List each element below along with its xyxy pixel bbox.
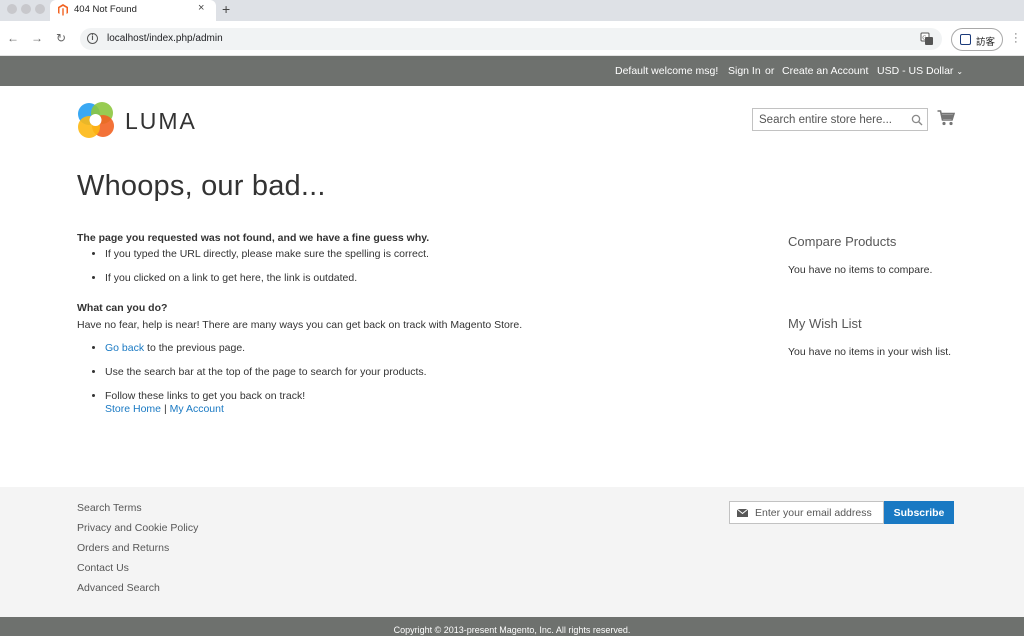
window-zoom-dot[interactable] [35, 4, 45, 14]
create-account-link[interactable]: Create an Account [782, 65, 868, 77]
or-text: or [765, 65, 775, 77]
store-top-bar: Default welcome msg! Sign In or Create a… [0, 56, 1024, 86]
url-text[interactable]: localhost/index.php/admin [107, 33, 223, 44]
compare-products-title: Compare Products [788, 234, 897, 249]
site-info-icon[interactable]: i [87, 33, 98, 44]
what-can-you-do-heading: What can you do? [77, 302, 168, 314]
address-bar[interactable]: i localhost/index.php/admin G [80, 28, 942, 50]
translate-icon[interactable]: G [920, 32, 934, 46]
action-item: Follow these links to get you back on tr… [105, 390, 697, 416]
compare-products-text: You have no items to compare. [788, 264, 933, 276]
window-minimize-dot[interactable] [21, 4, 31, 14]
new-tab-button[interactable]: + [222, 1, 230, 17]
shopping-cart-icon[interactable] [937, 110, 955, 126]
footer-link-orders-returns[interactable]: Orders and Returns [77, 542, 198, 562]
reload-icon[interactable]: ↻ [56, 31, 66, 45]
logo-text[interactable]: LUMA [125, 108, 197, 135]
sign-in-link[interactable]: Sign In [728, 65, 761, 77]
welcome-message: Default welcome msg! [615, 65, 719, 77]
browser-tab[interactable]: 404 Not Found × [50, 0, 216, 21]
actions-list: Go back to the previous page. Use the se… [105, 342, 697, 416]
footer-link-contact-us[interactable]: Contact Us [77, 562, 198, 582]
browser-tab-bar: 404 Not Found × + [0, 0, 1024, 21]
action-item: Go back to the previous page. [105, 342, 697, 355]
mail-icon [737, 509, 748, 517]
magento-favicon-icon [58, 4, 68, 16]
follow-links-text: Follow these links to get you back on tr… [105, 390, 306, 402]
sidebar: Compare Products You have no items to co… [788, 234, 988, 398]
help-text: Have no fear, help is near! There are ma… [77, 319, 523, 331]
reason-item: If you typed the URL directly, please ma… [105, 248, 697, 261]
intro-text: The page you requested was not found, an… [77, 232, 430, 244]
action-item: Use the search bar at the top of the pag… [105, 366, 697, 379]
chevron-down-icon: ⌄ [956, 67, 964, 76]
main-content: The page you requested was not found, an… [77, 232, 697, 427]
tab-close-icon[interactable]: × [198, 2, 204, 14]
footer: Search Terms Privacy and Cookie Policy O… [0, 487, 1024, 617]
guest-label: 訪客 [976, 37, 996, 48]
guest-profile-button[interactable]: 訪客 [951, 28, 1003, 51]
footer-link-privacy[interactable]: Privacy and Cookie Policy [77, 522, 198, 542]
search-box [752, 108, 928, 131]
footer-link-advanced-search[interactable]: Advanced Search [77, 582, 198, 602]
window-close-dot[interactable] [7, 4, 17, 14]
page-title: Whoops, our bad... [77, 170, 326, 202]
footer-link-search-terms[interactable]: Search Terms [77, 502, 198, 522]
back-arrow-icon[interactable]: ← [7, 31, 19, 45]
subscribe-button[interactable]: Subscribe [884, 501, 954, 524]
go-back-rest: to the previous page. [144, 342, 246, 354]
footer-links: Search Terms Privacy and Cookie Policy O… [77, 502, 198, 602]
tab-title: 404 Not Found [74, 4, 137, 15]
currency-switcher[interactable]: USD - US Dollar ⌄ [877, 65, 963, 77]
browser-menu-icon[interactable]: · · · [1014, 29, 1018, 48]
newsletter-field [729, 501, 884, 524]
forward-arrow-icon[interactable]: → [31, 31, 43, 45]
svg-text:G: G [922, 35, 926, 41]
currency-label: USD - US Dollar [877, 65, 954, 77]
wishlist-text: You have no items in your wish list. [788, 346, 952, 358]
store-home-link[interactable]: Store Home [105, 403, 161, 415]
my-account-link[interactable]: My Account [170, 403, 224, 415]
wishlist-title: My Wish List [788, 316, 862, 331]
profile-icon [960, 34, 971, 45]
go-back-link[interactable]: Go back [105, 342, 144, 354]
reason-item: If you clicked on a link to get here, th… [105, 272, 697, 285]
search-input[interactable] [759, 109, 907, 130]
luma-logo-icon[interactable] [77, 101, 114, 139]
reasons-list: If you typed the URL directly, please ma… [105, 248, 697, 285]
link-separator: | [163, 403, 167, 415]
search-icon[interactable] [911, 114, 923, 126]
newsletter-email-input[interactable] [755, 502, 881, 523]
copyright: Copyright © 2013-present Magento, Inc. A… [0, 617, 1024, 636]
browser-toolbar: ← → ↻ i localhost/index.php/admin G 訪客 ·… [0, 21, 1024, 56]
